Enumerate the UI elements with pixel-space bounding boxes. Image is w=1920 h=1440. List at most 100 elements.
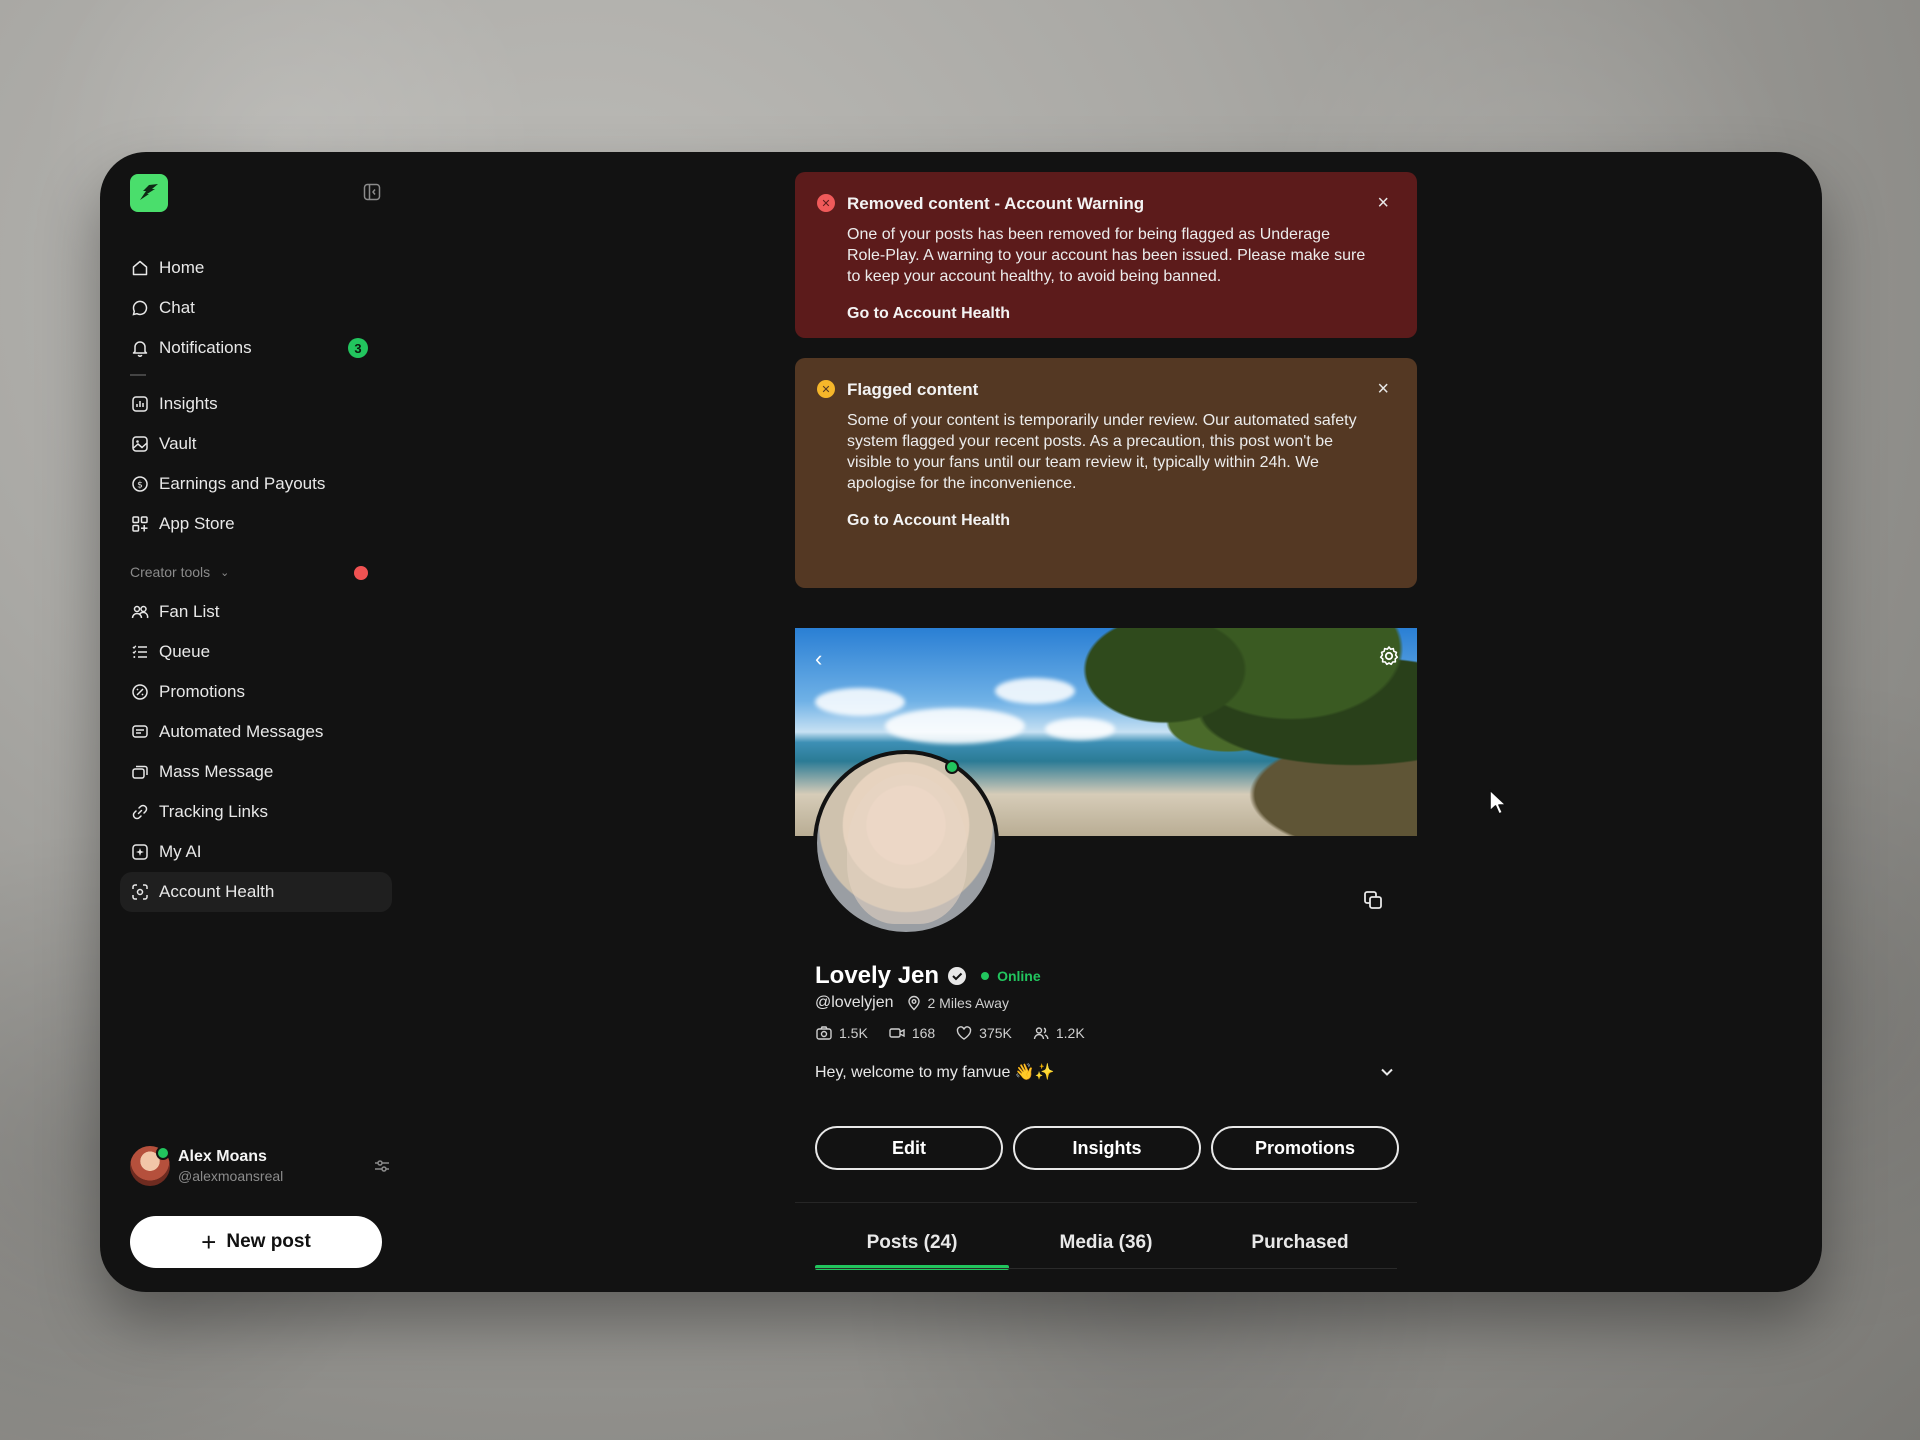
tab-purchased[interactable]: Purchased bbox=[1203, 1210, 1397, 1266]
sliders-icon[interactable] bbox=[372, 1156, 392, 1176]
bell-icon bbox=[132, 341, 148, 357]
user-handle: @alexmoansreal bbox=[178, 1168, 284, 1184]
tabs-underline bbox=[815, 1268, 1397, 1269]
profile-stats: 1.5K 168 375K 1.2K bbox=[815, 1024, 1105, 1042]
video-icon bbox=[889, 1028, 905, 1038]
sidebar-item-label: App Store bbox=[159, 514, 235, 533]
profile-name: Lovely Jen bbox=[815, 962, 940, 989]
chevron-down-icon[interactable] bbox=[1377, 1062, 1397, 1082]
stat-value: 375K bbox=[979, 1025, 1012, 1041]
go-to-account-health-link[interactable]: Go to Account Health bbox=[847, 305, 1387, 323]
online-dot bbox=[156, 1146, 170, 1160]
sidebar-item-fan-list[interactable]: Fan List bbox=[120, 592, 392, 632]
sidebar-item-label: Earnings and Payouts bbox=[159, 474, 326, 493]
stat-photos: 1.5K bbox=[815, 1024, 868, 1042]
status-dot bbox=[981, 972, 990, 980]
chevron-down-icon: ⌄ bbox=[220, 566, 230, 579]
close-icon[interactable]: × bbox=[1377, 378, 1389, 401]
avatar bbox=[130, 1146, 170, 1186]
sidebar-item-label: Fan List bbox=[159, 602, 220, 621]
insights-button[interactable]: Insights bbox=[1013, 1126, 1201, 1170]
notification-count-badge: 3 bbox=[348, 338, 368, 358]
app-window: Home Chat Notifications 3 Insights Vault bbox=[100, 152, 1822, 1292]
sidebar-item-label: Home bbox=[159, 258, 205, 277]
edit-button[interactable]: Edit bbox=[815, 1126, 1003, 1170]
stat-value: 168 bbox=[911, 1025, 936, 1041]
back-chevron-icon[interactable]: ‹ bbox=[815, 646, 822, 672]
sidebar-item-queue[interactable]: Queue bbox=[120, 632, 392, 672]
alert-title: Flagged content bbox=[847, 380, 979, 399]
grid-icon bbox=[132, 516, 148, 532]
camera-icon bbox=[816, 1026, 832, 1040]
sidebar-item-notifications[interactable]: Notifications 3 bbox=[120, 328, 392, 368]
palm-trees bbox=[997, 628, 1417, 836]
sidebar-collapse-icon[interactable] bbox=[362, 182, 382, 202]
ai-sparkle-icon bbox=[132, 844, 148, 860]
mouse-cursor-icon bbox=[1489, 789, 1507, 815]
profile-handle: @lovelyjen bbox=[815, 994, 894, 1011]
tab-posts[interactable]: Posts (24) bbox=[815, 1210, 1009, 1270]
dollar-icon: $ bbox=[132, 476, 148, 492]
flagged-content-alert: ✕ Flagged content Some of your content i… bbox=[795, 358, 1417, 588]
vault-image-icon bbox=[132, 436, 148, 452]
sidebar-item-vault[interactable]: Vault bbox=[120, 424, 392, 464]
sidebar-item-label: Mass Message bbox=[159, 762, 274, 781]
promotions-button[interactable]: Promotions bbox=[1211, 1126, 1399, 1170]
stat-likes: 375K bbox=[955, 1024, 1012, 1042]
users-icon bbox=[1033, 1027, 1049, 1040]
new-post-label: New post bbox=[226, 1231, 311, 1252]
nav-divider bbox=[130, 374, 146, 376]
sidebar-item-label: Notifications bbox=[159, 338, 252, 357]
go-to-account-health-link[interactable]: Go to Account Health bbox=[847, 512, 1387, 530]
sidebar-item-label: Insights bbox=[159, 394, 218, 413]
stat-value: 1.2K bbox=[1055, 1025, 1085, 1041]
chart-icon bbox=[132, 396, 148, 412]
close-icon[interactable]: × bbox=[1377, 192, 1389, 215]
creator-tools-toggle[interactable]: Creator tools ⌄ bbox=[120, 552, 392, 592]
new-post-button[interactable]: + New post bbox=[130, 1216, 382, 1268]
svg-text:$: $ bbox=[137, 481, 143, 491]
list-icon bbox=[132, 645, 147, 658]
sidebar-item-insights[interactable]: Insights bbox=[120, 384, 392, 424]
profile-handle-row: @lovelyjen 2 Miles Away bbox=[815, 994, 1009, 1012]
bird-logo-icon bbox=[140, 184, 158, 200]
sidebar-item-mass-message[interactable]: Mass Message bbox=[120, 752, 392, 792]
home-icon bbox=[132, 260, 148, 276]
sidebar-item-promotions[interactable]: Promotions bbox=[120, 672, 392, 712]
account-warning-alert: ✕ Removed content - Account Warning One … bbox=[795, 172, 1417, 338]
user-profile-card[interactable]: Alex Moans @alexmoansreal bbox=[130, 1144, 392, 1188]
sidebar-item-label: Account Health bbox=[159, 882, 275, 901]
sidebar-item-automated-messages[interactable]: Automated Messages bbox=[120, 712, 392, 752]
alert-body: One of your posts has been removed for b… bbox=[847, 226, 1366, 285]
sidebar-item-account-health[interactable]: Account Health bbox=[120, 872, 392, 912]
avatar-portrait bbox=[847, 774, 967, 924]
sidebar-item-home[interactable]: Home bbox=[120, 248, 392, 288]
sidebar-item-app-store[interactable]: App Store bbox=[120, 504, 392, 544]
profile-tabs: Posts (24) Media (36) Purchased bbox=[815, 1210, 1397, 1270]
user-name: Alex Moans bbox=[178, 1148, 267, 1165]
link-icon bbox=[132, 804, 148, 820]
sidebar-item-tracking-links[interactable]: Tracking Links bbox=[120, 792, 392, 832]
sidebar-item-earnings[interactable]: $ Earnings and Payouts bbox=[120, 464, 392, 504]
online-dot bbox=[945, 760, 959, 774]
cloud bbox=[815, 688, 905, 716]
bio-text: Hey, welcome to my fanvue 👋✨ bbox=[815, 1064, 1055, 1081]
copy-icon[interactable] bbox=[1361, 888, 1385, 912]
sidebar-item-chat[interactable]: Chat bbox=[120, 288, 392, 328]
sidebar-item-label: Automated Messages bbox=[159, 722, 324, 741]
fans-icon bbox=[131, 605, 149, 619]
warning-x-icon: ✕ bbox=[817, 380, 835, 398]
mass-message-icon bbox=[132, 765, 148, 779]
sidebar: Home Chat Notifications 3 Insights Vault bbox=[100, 152, 400, 1292]
sidebar-item-label: Queue bbox=[159, 642, 211, 661]
sidebar-item-my-ai[interactable]: My AI bbox=[120, 832, 392, 872]
app-logo[interactable] bbox=[130, 174, 168, 212]
tab-media[interactable]: Media (36) bbox=[1009, 1210, 1203, 1266]
status-label: Online bbox=[997, 968, 1041, 984]
profile-name-row: Lovely Jen Online bbox=[815, 962, 1041, 990]
gear-icon[interactable] bbox=[1377, 644, 1401, 668]
sidebar-item-label: Tracking Links bbox=[159, 802, 268, 821]
profile-avatar[interactable] bbox=[813, 750, 999, 936]
alert-body: Some of your content is temporarily unde… bbox=[847, 412, 1357, 492]
profile-actions: Edit Insights Promotions bbox=[815, 1126, 1399, 1170]
